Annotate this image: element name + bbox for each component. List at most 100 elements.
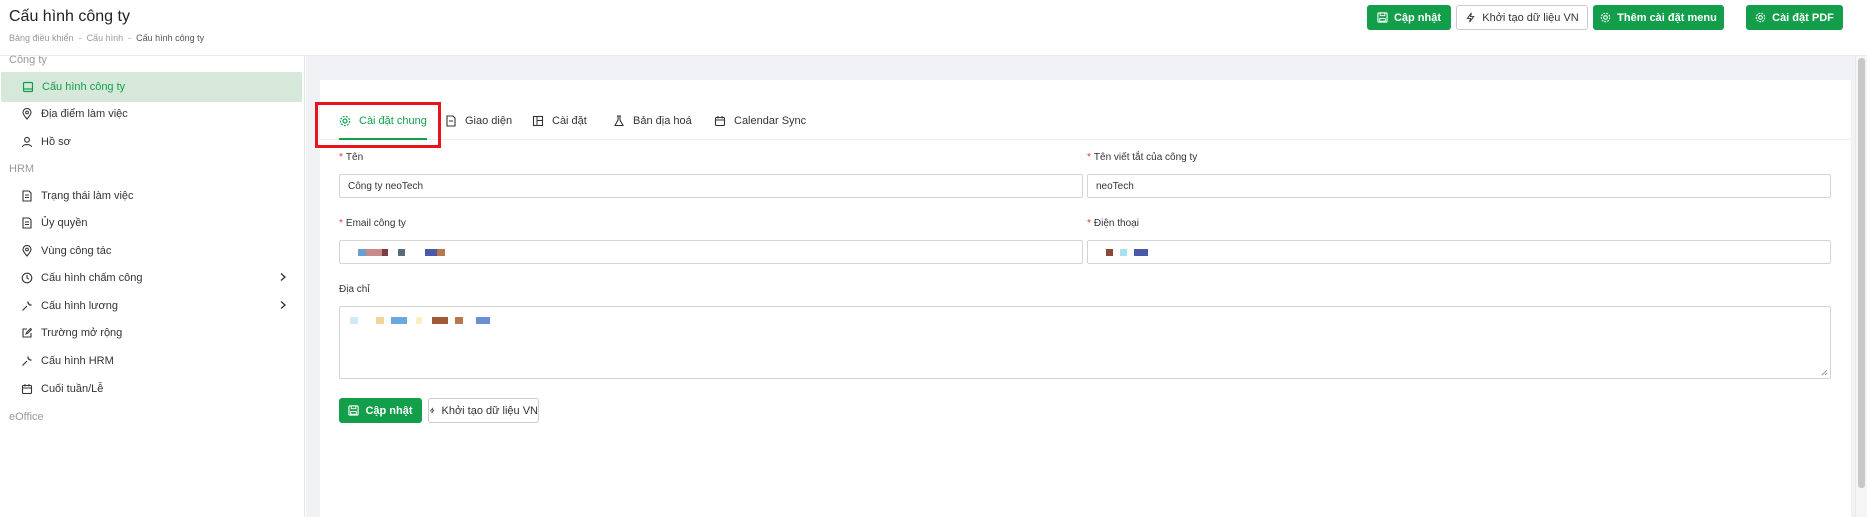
sidebar-item-authorization[interactable]: Ủy quyền xyxy=(0,208,302,238)
tab-settings[interactable]: Cài đặt xyxy=(532,107,587,135)
gear-icon xyxy=(339,115,351,127)
redacted-pixel xyxy=(376,317,384,324)
sidebar-item-work-location[interactable]: Địa điểm làm việc xyxy=(0,99,302,129)
pdf-settings-label: Cài đặt PDF xyxy=(1772,11,1834,24)
wrench-icon xyxy=(21,300,33,312)
sidebar-item-label: Địa điểm làm việc xyxy=(41,108,128,120)
save-icon xyxy=(348,405,360,416)
tab-bar: Cài đặt chung Giao diện Cài đặt Bản địa … xyxy=(320,80,1851,140)
sidebar-section-company: Công ty xyxy=(9,54,47,66)
init-vn-data-button[interactable]: Khởi tạo dữ liệu VN xyxy=(1456,5,1588,30)
redacted-pixel xyxy=(391,317,407,324)
redacted-pixel xyxy=(350,317,358,324)
short-name-label: * Tên viết tắt của công ty xyxy=(1087,152,1198,163)
save-icon xyxy=(1377,12,1388,23)
add-menu-settings-button[interactable]: Thêm cài đặt menu xyxy=(1593,5,1724,30)
resize-handle-icon[interactable] xyxy=(1821,369,1828,376)
calendar-icon xyxy=(714,116,726,127)
page-title: Cấu hình công ty xyxy=(9,8,130,25)
main-content: Cài đặt chung Giao diện Cài đặt Bản địa … xyxy=(306,56,1867,517)
building-icon xyxy=(22,81,34,93)
sidebar-item-label: Cấu hình HRM xyxy=(41,355,114,367)
form-update-button[interactable]: Cập nhật xyxy=(339,398,422,423)
redacted-pixel xyxy=(1120,249,1127,256)
sidebar-item-salary-config[interactable]: Cấu hình lương xyxy=(0,291,302,321)
form-init-vn-data-button[interactable]: Khởi tạo dữ liệu VN xyxy=(428,398,539,423)
settings-card: Cài đặt chung Giao diện Cài đặt Bản địa … xyxy=(320,80,1851,517)
wrench-icon xyxy=(21,355,33,367)
redacted-pixel xyxy=(432,317,448,324)
form-init-vn-data-label: Khởi tạo dữ liệu VN xyxy=(441,404,538,417)
address-field[interactable] xyxy=(339,306,1831,379)
sidebar-item-attendance-config[interactable]: Cấu hình chấm công xyxy=(0,263,302,293)
tab-interface[interactable]: Giao diện xyxy=(445,107,512,135)
calendar-icon xyxy=(21,383,33,395)
sidebar-item-hrm-config[interactable]: Cấu hình HRM xyxy=(0,346,302,376)
redacted-pixel xyxy=(398,249,405,256)
user-icon xyxy=(21,136,33,148)
phone-label: * Điện thoại xyxy=(1087,218,1139,229)
tab-general-settings[interactable]: Cài đặt chung xyxy=(339,107,427,135)
map-pin-icon xyxy=(21,245,33,257)
document-icon xyxy=(21,190,33,202)
sidebar-item-label: Hồ sơ xyxy=(41,136,71,148)
sidebar-item-weekend-holiday[interactable]: Cuối tuần/Lễ xyxy=(0,374,302,404)
sidebar-item-extended-fields[interactable]: Trường mở rộng xyxy=(0,318,302,348)
sidebar-item-company-config[interactable]: Cấu hình công ty xyxy=(1,72,302,102)
email-label: * Email công ty xyxy=(339,218,406,229)
pdf-settings-button[interactable]: Cài đặt PDF xyxy=(1746,5,1843,30)
sidebar-item-label: Cuối tuần/Lễ xyxy=(41,383,104,395)
name-field[interactable] xyxy=(339,174,1083,198)
breadcrumb-current: Cấu hình công ty xyxy=(136,33,205,43)
redacted-pixel xyxy=(382,249,388,256)
form-update-label: Cập nhật xyxy=(365,404,413,417)
sidebar-item-label: Vùng công tác xyxy=(41,245,112,257)
redacted-pixel xyxy=(366,249,382,256)
sidebar-item-work-region[interactable]: Vùng công tác xyxy=(0,236,302,266)
tab-label: Bản địa hoá xyxy=(633,115,692,127)
address-label: Địa chỉ xyxy=(339,284,370,295)
redacted-pixel xyxy=(455,317,463,324)
redacted-pixel xyxy=(1134,249,1148,256)
tab-label: Cài đặt chung xyxy=(359,115,427,127)
sidebar-item-label: Trường mở rộng xyxy=(41,327,123,339)
lightning-icon xyxy=(429,407,435,414)
sidebar-item-profile[interactable]: Hồ sơ xyxy=(0,127,302,157)
breadcrumb-item[interactable]: Bảng điều khiển xyxy=(9,33,74,43)
short-name-field[interactable] xyxy=(1087,174,1831,198)
name-label: * Tên xyxy=(339,152,364,163)
sidebar: Công ty Cấu hình công ty Địa điểm làm vi… xyxy=(0,54,305,517)
sidebar-item-label: Cấu hình công ty xyxy=(42,81,126,93)
tab-label: Cài đặt xyxy=(552,115,587,127)
breadcrumb: Bảng điều khiển - Cấu hình - Cấu hình công t… xyxy=(9,33,205,43)
lightning-icon xyxy=(1466,12,1475,23)
map-pin-icon xyxy=(21,108,33,120)
page-header: Cấu hình công ty Bảng điều khiển - Cấu hìn… xyxy=(0,0,1867,56)
sidebar-item-label: Cấu hình lương xyxy=(41,300,118,312)
update-button-label: Cập nhật xyxy=(1393,11,1442,24)
add-menu-settings-label: Thêm cài đặt menu xyxy=(1617,11,1717,24)
scrollbar-thumb[interactable] xyxy=(1858,58,1865,488)
email-field[interactable] xyxy=(339,240,1083,264)
redacted-pixel xyxy=(358,249,366,256)
update-button[interactable]: Cập nhật xyxy=(1367,5,1451,30)
redacted-pixel xyxy=(1106,249,1113,256)
sidebar-item-label: Trạng thái làm việc xyxy=(41,190,134,202)
active-tab-indicator xyxy=(339,138,427,140)
edit-icon xyxy=(21,327,33,339)
redacted-pixel xyxy=(476,317,490,324)
init-vn-data-label: Khởi tạo dữ liệu VN xyxy=(1482,11,1579,24)
breadcrumb-item[interactable]: Cấu hình xyxy=(87,33,124,43)
clock-icon xyxy=(21,272,33,284)
redacted-pixel xyxy=(425,249,437,256)
chevron-right-icon xyxy=(280,301,286,309)
sidebar-item-work-status[interactable]: Trạng thái làm việc xyxy=(0,181,302,211)
redacted-pixel xyxy=(437,249,445,256)
tab-calendar-sync[interactable]: Calendar Sync xyxy=(714,107,806,135)
sidebar-section-hrm: HRM xyxy=(9,163,35,175)
tab-localization[interactable]: Bản địa hoá xyxy=(613,107,692,135)
sidebar-section-eoffice: eOffice xyxy=(9,411,44,423)
scrollbar[interactable] xyxy=(1855,56,1867,517)
phone-field[interactable] xyxy=(1087,240,1831,264)
tab-label: Calendar Sync xyxy=(734,115,807,127)
